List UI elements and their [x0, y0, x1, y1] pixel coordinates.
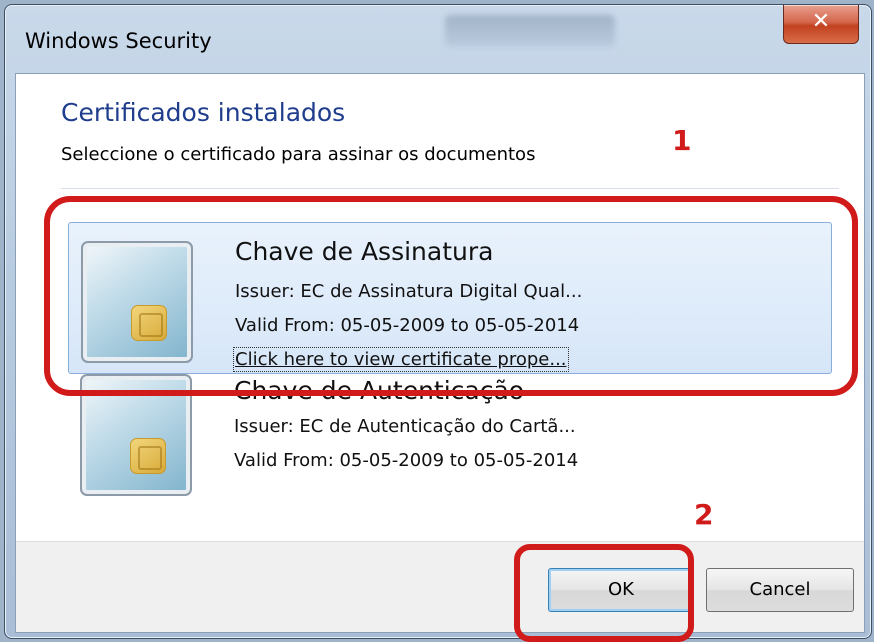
title-bar[interactable]: Windows Security ✕ [5, 5, 871, 75]
card-chip-icon [131, 305, 167, 341]
certificate-name: Chave de Autenticação [234, 376, 525, 405]
button-bar: OK Cancel [16, 541, 864, 632]
smart-card-icon [81, 241, 193, 363]
close-icon: ✕ [811, 9, 831, 34]
certificate-item-assinatura[interactable]: Chave de Assinatura Issuer: EC de Assina… [68, 222, 832, 374]
certificate-validity: Valid From: 05-05-2009 to 05-05-2014 [235, 315, 580, 336]
smart-card-icon [80, 374, 192, 496]
annotation-step-1: 1 [672, 124, 692, 157]
divider [61, 188, 839, 189]
certificate-name: Chave de Assinatura [235, 237, 494, 266]
certificate-validity: Valid From: 05-05-2009 to 05-05-2014 [234, 450, 579, 471]
window-title: Windows Security [25, 29, 212, 53]
card-chip-icon [130, 438, 166, 474]
annotation-step-2: 2 [694, 498, 714, 531]
certificate-issuer: Issuer: EC de Assinatura Digital Qual... [235, 281, 583, 302]
dialog-instructions: Seleccione o certificado para assinar os… [61, 144, 536, 165]
dialog-heading: Certificados instalados [61, 98, 346, 127]
certificate-issuer: Issuer: EC de Autenticação do Cartã... [234, 416, 576, 437]
close-button[interactable]: ✕ [783, 5, 859, 44]
ok-button[interactable]: OK [548, 568, 694, 612]
security-dialog-window: Windows Security ✕ Certificados instalad… [4, 4, 872, 639]
cancel-button[interactable]: Cancel [706, 568, 854, 612]
view-certificate-properties-link[interactable]: Click here to view certificate prope... [233, 347, 569, 372]
title-bar-glass [445, 15, 615, 47]
certificate-item-autenticacao[interactable]: Chave de Autenticação Issuer: EC de Aute… [68, 374, 830, 504]
dialog-content: Certificados instalados Seleccione o cer… [15, 73, 865, 633]
